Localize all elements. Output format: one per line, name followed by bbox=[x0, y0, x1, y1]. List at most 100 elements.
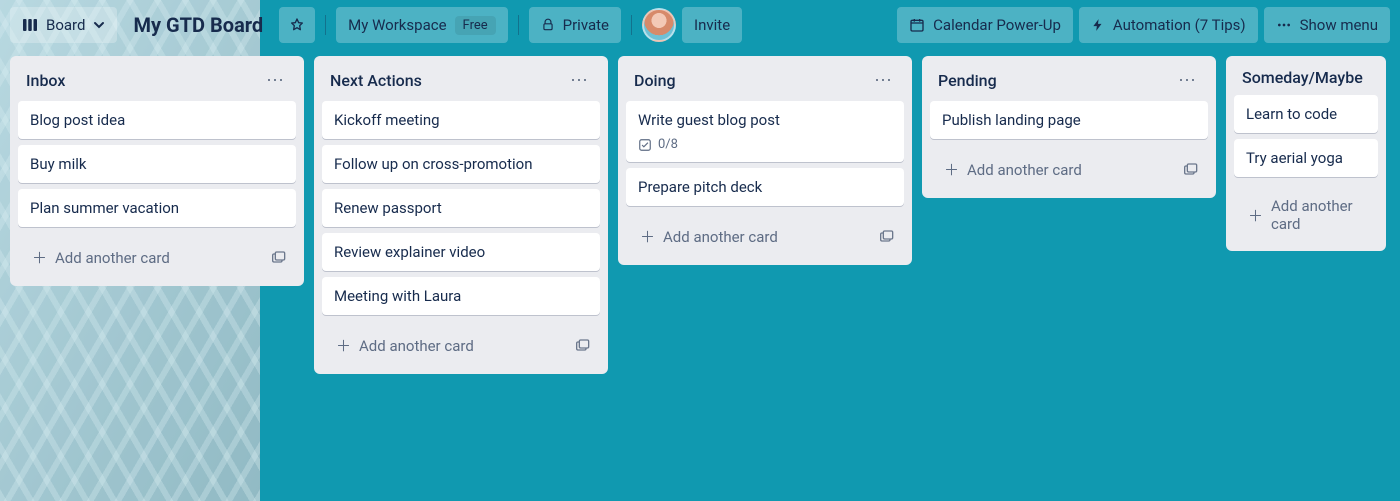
list-inbox: Inbox ⋯ Blog post idea Buy milk Plan sum… bbox=[10, 56, 304, 286]
list-title[interactable]: Inbox bbox=[26, 71, 262, 90]
card[interactable]: Plan summer vacation bbox=[18, 189, 296, 227]
divider bbox=[631, 15, 632, 35]
board-canvas: Inbox ⋯ Blog post idea Buy milk Plan sum… bbox=[0, 50, 1400, 501]
plus-icon: ＋ bbox=[640, 226, 655, 247]
workspace-label: My Workspace bbox=[348, 16, 446, 34]
dots-icon: ⋯ bbox=[266, 70, 284, 91]
card[interactable]: Prepare pitch deck bbox=[626, 168, 904, 206]
card-title: Kickoff meeting bbox=[334, 111, 440, 129]
card-list: Publish landing page bbox=[930, 101, 1208, 139]
lock-icon bbox=[541, 18, 555, 32]
add-card-label: Add another card bbox=[663, 228, 778, 246]
show-menu-button[interactable]: Show menu bbox=[1264, 7, 1390, 43]
avatar[interactable] bbox=[642, 8, 676, 42]
card[interactable]: Meeting with Laura bbox=[322, 277, 600, 315]
add-card-button[interactable]: ＋ Add another card bbox=[632, 220, 866, 253]
calendar-powerup-button[interactable]: Calendar Power-Up bbox=[897, 7, 1073, 43]
list-menu-button[interactable]: ⋯ bbox=[1174, 68, 1200, 93]
card-title: Renew passport bbox=[334, 199, 442, 217]
add-card-label: Add another card bbox=[967, 161, 1082, 179]
list-someday-maybe: Someday/Maybe Learn to code Try aerial y… bbox=[1226, 56, 1386, 251]
plus-icon: ＋ bbox=[944, 159, 959, 180]
list-footer: ＋ Add another card bbox=[1234, 185, 1378, 241]
visibility-button[interactable]: Private bbox=[529, 7, 621, 43]
divider bbox=[518, 15, 519, 35]
list-title[interactable]: Doing bbox=[634, 71, 870, 90]
checklist-count: 0/8 bbox=[658, 137, 678, 152]
list-pending: Pending ⋯ Publish landing page ＋ Add ano… bbox=[922, 56, 1216, 198]
card-template-button[interactable] bbox=[570, 334, 594, 358]
invite-button[interactable]: Invite bbox=[682, 7, 742, 43]
list-title[interactable]: Pending bbox=[938, 71, 1174, 90]
card-title: Review explainer video bbox=[334, 243, 485, 261]
card-title: Try aerial yoga bbox=[1246, 149, 1343, 167]
add-card-label: Add another card bbox=[55, 249, 170, 267]
card-title: Blog post idea bbox=[30, 111, 125, 129]
invite-label: Invite bbox=[694, 16, 730, 34]
list-footer: ＋ Add another card bbox=[322, 323, 600, 364]
list-footer: ＋ Add another card bbox=[930, 147, 1208, 188]
automation-label: Automation (7 Tips) bbox=[1113, 16, 1246, 34]
bolt-icon bbox=[1091, 17, 1105, 33]
card[interactable]: Kickoff meeting bbox=[322, 101, 600, 139]
view-switcher[interactable]: Board bbox=[10, 7, 117, 43]
list-next-actions: Next Actions ⋯ Kickoff meeting Follow up… bbox=[314, 56, 608, 374]
list-title[interactable]: Someday/Maybe bbox=[1242, 68, 1370, 87]
add-card-button[interactable]: ＋ Add another card bbox=[328, 329, 562, 362]
card[interactable]: Follow up on cross-promotion bbox=[322, 145, 600, 183]
add-card-label: Add another card bbox=[359, 337, 474, 355]
card-title: Learn to code bbox=[1246, 105, 1337, 123]
dots-icon bbox=[1276, 17, 1292, 33]
calendar-powerup-label: Calendar Power-Up bbox=[933, 16, 1061, 34]
add-card-button[interactable]: ＋ Add another card bbox=[936, 153, 1170, 186]
card[interactable]: Blog post idea bbox=[18, 101, 296, 139]
plus-icon: ＋ bbox=[336, 335, 351, 356]
workspace-button[interactable]: My Workspace Free bbox=[336, 7, 507, 43]
card-template-button[interactable] bbox=[1178, 158, 1202, 182]
card-title: Prepare pitch deck bbox=[638, 178, 762, 196]
list-footer: ＋ Add another card bbox=[626, 214, 904, 255]
card-list: Write guest blog post 0/8 Prepare pitch … bbox=[626, 101, 904, 206]
add-card-button[interactable]: ＋ Add another card bbox=[24, 241, 258, 274]
card-title: Follow up on cross-promotion bbox=[334, 155, 533, 173]
list-header: Someday/Maybe bbox=[1234, 64, 1378, 95]
automation-button[interactable]: Automation (7 Tips) bbox=[1079, 7, 1258, 43]
card[interactable]: Learn to code bbox=[1234, 95, 1378, 133]
dots-icon: ⋯ bbox=[1178, 70, 1196, 91]
plus-icon: ＋ bbox=[32, 247, 47, 268]
list-doing: Doing ⋯ Write guest blog post 0/8 Prepar… bbox=[618, 56, 912, 265]
card-list: Learn to code Try aerial yoga bbox=[1234, 95, 1378, 177]
card[interactable]: Try aerial yoga bbox=[1234, 139, 1378, 177]
card[interactable]: Buy milk bbox=[18, 145, 296, 183]
card[interactable]: Write guest blog post 0/8 bbox=[626, 101, 904, 162]
card-title: Meeting with Laura bbox=[334, 287, 461, 305]
card[interactable]: Review explainer video bbox=[322, 233, 600, 271]
list-footer: ＋ Add another card bbox=[18, 235, 296, 276]
card[interactable]: Renew passport bbox=[322, 189, 600, 227]
card[interactable]: Publish landing page bbox=[930, 101, 1208, 139]
card-template-button[interactable] bbox=[266, 246, 290, 270]
list-title[interactable]: Next Actions bbox=[330, 71, 566, 90]
card-template-button[interactable] bbox=[874, 225, 898, 249]
dots-icon: ⋯ bbox=[874, 70, 892, 91]
list-menu-button[interactable]: ⋯ bbox=[262, 68, 288, 93]
list-menu-button[interactable]: ⋯ bbox=[566, 68, 592, 93]
card-title: Write guest blog post bbox=[638, 111, 780, 129]
board-icon bbox=[22, 17, 38, 33]
list-header: Inbox ⋯ bbox=[18, 64, 296, 101]
workspace-tier-badge: Free bbox=[455, 16, 496, 35]
card-list: Kickoff meeting Follow up on cross-promo… bbox=[322, 101, 600, 315]
board-title[interactable]: My GTD Board bbox=[123, 13, 273, 37]
card-title: Buy milk bbox=[30, 155, 86, 173]
view-switcher-label: Board bbox=[46, 16, 85, 34]
add-card-button[interactable]: ＋ Add another card bbox=[1240, 191, 1372, 239]
star-icon bbox=[289, 17, 305, 33]
list-header: Doing ⋯ bbox=[626, 64, 904, 101]
star-button[interactable] bbox=[279, 7, 315, 43]
card-title: Publish landing page bbox=[942, 111, 1081, 129]
list-menu-button[interactable]: ⋯ bbox=[870, 68, 896, 93]
list-header: Next Actions ⋯ bbox=[322, 64, 600, 101]
card-title: Plan summer vacation bbox=[30, 199, 179, 217]
show-menu-label: Show menu bbox=[1300, 16, 1378, 34]
plus-icon: ＋ bbox=[1248, 205, 1263, 226]
